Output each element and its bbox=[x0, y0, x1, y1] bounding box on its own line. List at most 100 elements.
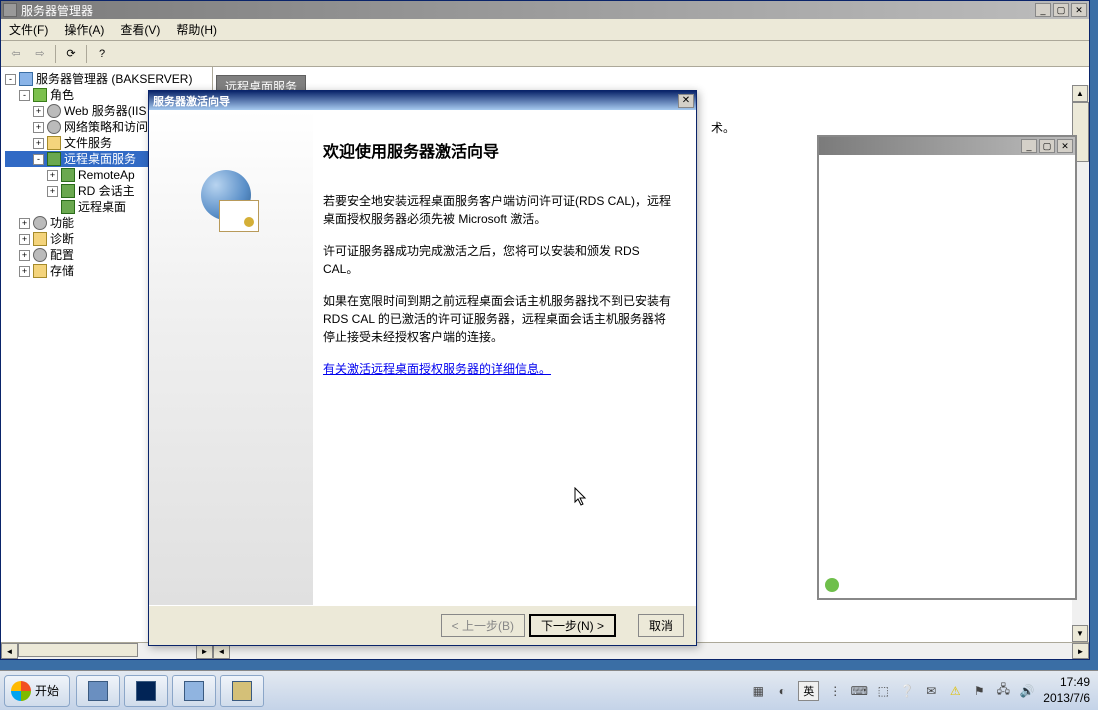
menu-view[interactable]: 查看(V) bbox=[112, 19, 168, 40]
wizard-info-link[interactable]: 有关激活远程桌面授权服务器的详细信息。 bbox=[323, 362, 551, 376]
scroll-thumb[interactable] bbox=[18, 643, 138, 657]
tray-icon[interactable]: ◐ bbox=[774, 683, 790, 699]
collapse-icon[interactable]: - bbox=[5, 74, 16, 85]
tray-icon[interactable]: ▦ bbox=[750, 683, 766, 699]
child-maximize-button[interactable]: ▢ bbox=[1039, 139, 1055, 153]
scroll-up-button[interactable]: ▲ bbox=[1072, 85, 1088, 102]
taskbar-server-manager[interactable] bbox=[76, 675, 120, 707]
expand-icon[interactable]: + bbox=[47, 186, 58, 197]
folder-icon bbox=[47, 136, 61, 150]
tree-label: RemoteAp bbox=[78, 167, 135, 183]
scroll-down-button[interactable]: ▼ bbox=[1072, 625, 1088, 642]
window-title: 服务器管理器 bbox=[21, 2, 1035, 19]
tree-root[interactable]: - 服务器管理器 (BAKSERVER) bbox=[5, 71, 212, 87]
tray-icon[interactable]: ⋮ bbox=[827, 683, 843, 699]
help-icon[interactable]: ❔ bbox=[899, 683, 915, 699]
expand-icon[interactable]: + bbox=[33, 106, 44, 117]
ime-indicator[interactable]: 英 bbox=[798, 681, 819, 701]
tree-label: 文件服务 bbox=[64, 135, 112, 151]
dialog-titlebar[interactable]: 服务器激活向导 ✕ bbox=[149, 91, 696, 110]
wizard-paragraph-3: 如果在宽限时间到期之前远程桌面会话主机服务器找不到已安装有 RDS CAL 的已… bbox=[323, 292, 676, 346]
forward-button[interactable]: ⇨ bbox=[29, 43, 51, 65]
menubar: 文件(F) 操作(A) 查看(V) 帮助(H) bbox=[1, 19, 1089, 41]
wizard-paragraph-1: 若要安全地安装远程桌面服务客户端访问许可证(RDS CAL)，远程桌面授权服务器… bbox=[323, 192, 676, 228]
taskbar-licensing[interactable] bbox=[220, 675, 264, 707]
role-icon bbox=[47, 104, 61, 118]
tree-label: 存储 bbox=[50, 263, 74, 279]
toolbar: ⇦ ⇨ ⟳ ? bbox=[1, 41, 1089, 67]
background-text-fragment: 术。 bbox=[711, 119, 735, 136]
dialog-title: 服务器激活向导 bbox=[151, 93, 678, 109]
server-manager-icon bbox=[88, 681, 108, 701]
minimize-button[interactable]: _ bbox=[1035, 3, 1051, 17]
network-icon[interactable]: 🖧 bbox=[995, 683, 1011, 699]
menu-file[interactable]: 文件(F) bbox=[1, 19, 56, 40]
app-icon bbox=[3, 3, 17, 17]
certificate-icon bbox=[219, 200, 259, 232]
taskbar-powershell[interactable] bbox=[124, 675, 168, 707]
wizard-paragraph-2: 许可证服务器成功完成激活之后，您将可以安装和颁发 RDS CAL。 bbox=[323, 242, 676, 278]
wizard-graphic bbox=[191, 170, 271, 250]
wizard-back-button: < 上一步(B) bbox=[441, 614, 525, 637]
rds-icon bbox=[47, 152, 61, 166]
scroll-left-button[interactable]: ◄ bbox=[1, 643, 18, 659]
wizard-next-button[interactable]: 下一步(N) > bbox=[529, 614, 616, 637]
collapse-icon[interactable]: - bbox=[33, 154, 44, 165]
expand-icon[interactable]: + bbox=[47, 170, 58, 181]
child-close-button[interactable]: ✕ bbox=[1057, 139, 1073, 153]
server-icon bbox=[19, 72, 33, 86]
tree-label: 远程桌面服务 bbox=[64, 151, 136, 167]
wizard-footer: < 上一步(B) 下一步(N) > 取消 bbox=[149, 605, 696, 645]
clock-time: 17:49 bbox=[1043, 675, 1090, 691]
tree-label: 功能 bbox=[50, 215, 74, 231]
expand-icon[interactable]: + bbox=[33, 138, 44, 149]
activation-wizard-dialog: 服务器激活向导 ✕ 欢迎使用服务器激活向导 若要安全地安装远程桌面服务客户端访问… bbox=[148, 90, 697, 646]
tree-label: 远程桌面 bbox=[78, 199, 126, 215]
tree-label: 诊断 bbox=[50, 231, 74, 247]
tray-keyboard-icon[interactable]: ⌨ bbox=[851, 683, 867, 699]
system-tray: ▦ ◐ 英 ⋮ ⌨ ⬚ ❔ ✉ ⚠ ⚑ 🖧 🔊 17:49 2013/7/6 bbox=[742, 671, 1098, 710]
tree-label: 网络策略和访问 bbox=[64, 119, 148, 135]
expand-icon[interactable]: + bbox=[19, 234, 30, 245]
tray-icon[interactable]: ✉ bbox=[923, 683, 939, 699]
taskbar-show-desktop[interactable] bbox=[172, 675, 216, 707]
security-icon[interactable]: ⚠ bbox=[947, 683, 963, 699]
wizard-sidebar bbox=[149, 110, 313, 605]
maximize-button[interactable]: ▢ bbox=[1053, 3, 1069, 17]
remote-icon bbox=[61, 200, 75, 214]
roles-icon bbox=[33, 88, 47, 102]
features-icon bbox=[33, 216, 47, 230]
back-button[interactable]: ⇦ bbox=[5, 43, 27, 65]
expand-icon[interactable]: + bbox=[19, 266, 30, 277]
volume-icon[interactable]: 🔊 bbox=[1019, 683, 1035, 699]
session-icon bbox=[61, 184, 75, 198]
licensing-icon bbox=[232, 681, 252, 701]
tree-label: RD 会话主 bbox=[78, 183, 135, 199]
expand-icon[interactable]: + bbox=[19, 250, 30, 261]
child-window[interactable]: _ ▢ ✕ bbox=[817, 135, 1077, 600]
tray-icon[interactable]: ⬚ bbox=[875, 683, 891, 699]
taskbar: 开始 ▦ ◐ 英 ⋮ ⌨ ⬚ ❔ ✉ ⚠ ⚑ 🖧 🔊 17:49 2013/7/… bbox=[0, 670, 1098, 710]
menu-action[interactable]: 操作(A) bbox=[56, 19, 112, 40]
refresh-button[interactable]: ⟳ bbox=[60, 43, 82, 65]
collapse-icon[interactable]: - bbox=[19, 90, 30, 101]
menu-help[interactable]: 帮助(H) bbox=[168, 19, 225, 40]
dialog-close-button[interactable]: ✕ bbox=[678, 94, 694, 108]
wizard-cancel-button[interactable]: 取消 bbox=[638, 614, 684, 637]
start-button[interactable]: 开始 bbox=[4, 675, 70, 707]
refresh-icon bbox=[825, 578, 839, 592]
close-button[interactable]: ✕ bbox=[1071, 3, 1087, 17]
config-icon bbox=[33, 248, 47, 262]
remoteapp-icon bbox=[61, 168, 75, 182]
expand-icon[interactable]: + bbox=[33, 122, 44, 133]
scroll-right-button[interactable]: ► bbox=[1072, 643, 1089, 659]
help-button[interactable]: ? bbox=[91, 43, 113, 65]
flag-icon[interactable]: ⚑ bbox=[971, 683, 987, 699]
wizard-content: 欢迎使用服务器激活向导 若要安全地安装远程桌面服务客户端访问许可证(RDS CA… bbox=[313, 110, 696, 605]
child-minimize-button[interactable]: _ bbox=[1021, 139, 1037, 153]
tree-label: 角色 bbox=[50, 87, 74, 103]
taskbar-clock[interactable]: 17:49 2013/7/6 bbox=[1043, 675, 1090, 706]
diagnostics-icon bbox=[33, 232, 47, 246]
expand-icon[interactable]: + bbox=[19, 218, 30, 229]
main-titlebar[interactable]: 服务器管理器 _ ▢ ✕ bbox=[1, 1, 1089, 19]
